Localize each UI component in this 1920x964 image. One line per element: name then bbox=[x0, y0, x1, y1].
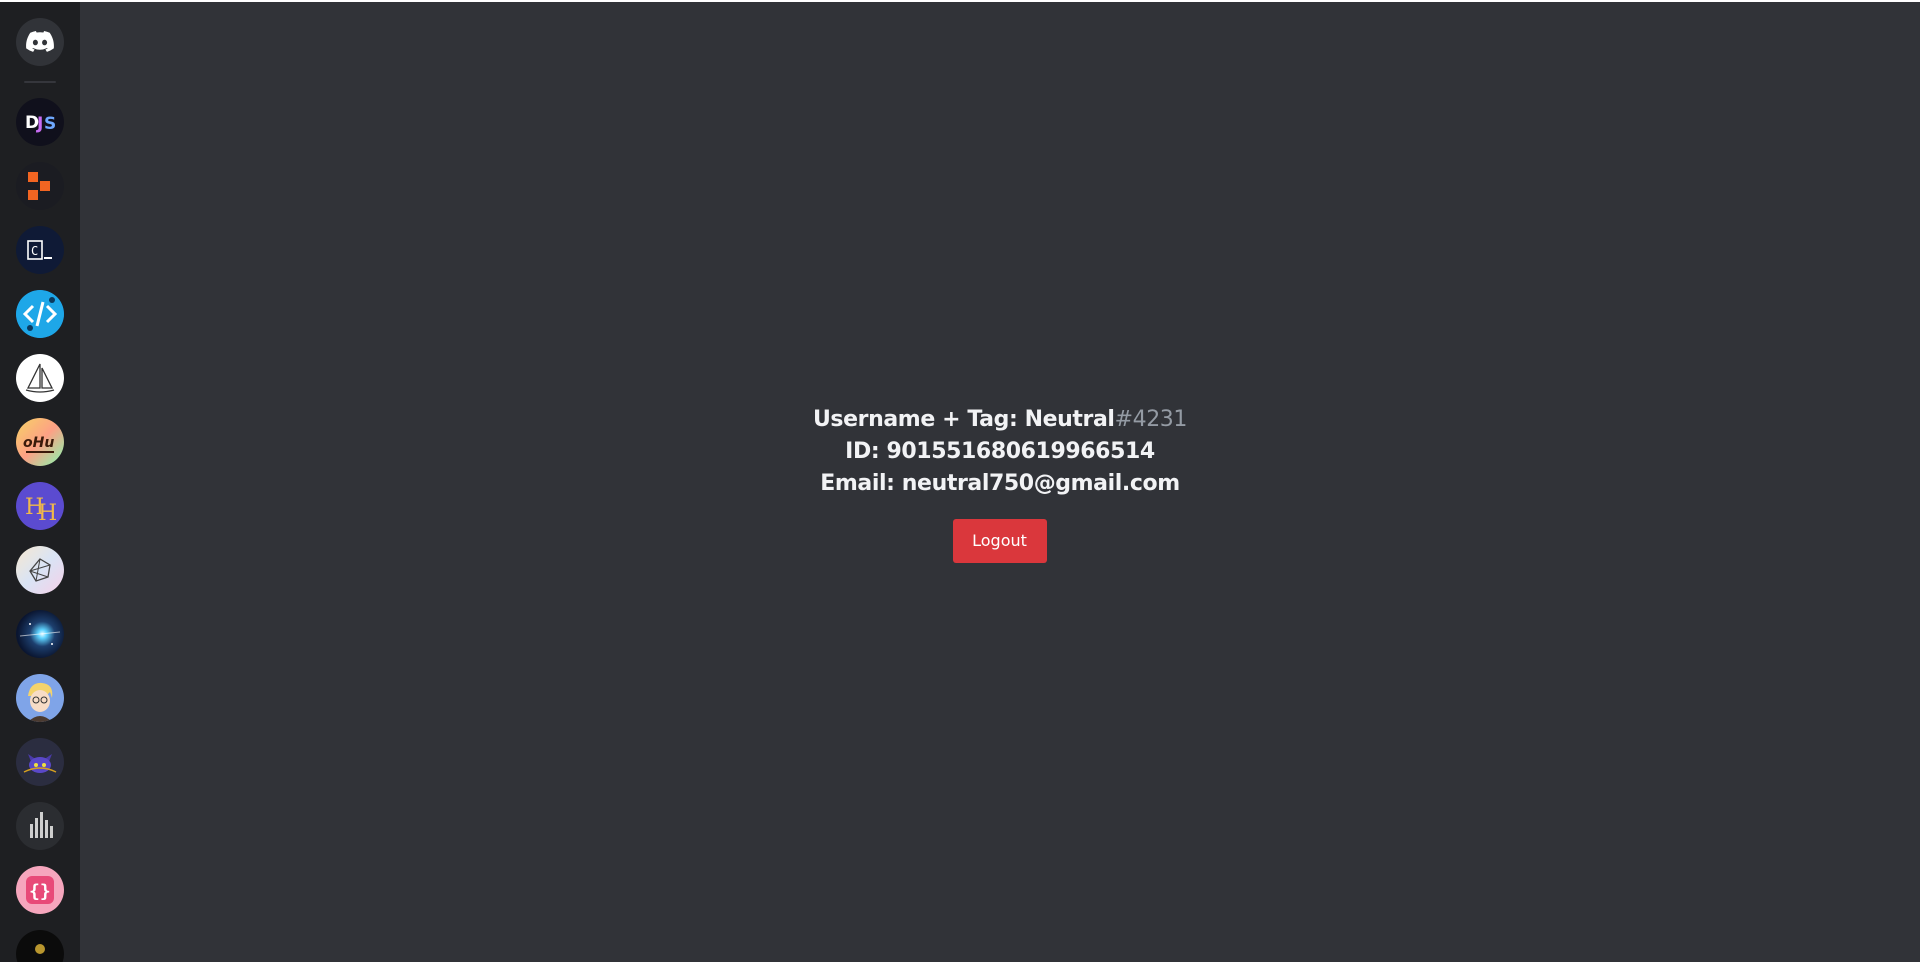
hh-server-icon: H H bbox=[25, 495, 57, 526]
main-content: Username + Tag: Neutral#4231 ID: 9015516… bbox=[80, 2, 1920, 962]
home-button[interactable] bbox=[16, 18, 64, 66]
terminal-server-icon: C bbox=[27, 240, 52, 260]
cat-face-server-icon bbox=[23, 754, 57, 773]
logout-button[interactable]: Logout bbox=[952, 519, 1047, 563]
geometric-server-icon bbox=[29, 558, 51, 582]
server-dark-emblem[interactable] bbox=[16, 930, 64, 962]
bars-server-icon bbox=[30, 812, 53, 838]
app-window: D J S C oHu H H {} Username + Tag: Neutr… bbox=[0, 2, 1920, 962]
server-geometric[interactable] bbox=[16, 546, 64, 594]
username-line: Username + Tag: Neutral#4231 bbox=[80, 404, 1920, 436]
server-hh[interactable]: H H bbox=[16, 482, 64, 530]
braces-server-icon: {} bbox=[26, 876, 54, 904]
user-id-line: ID: 901551680619966514 bbox=[845, 439, 1155, 464]
djs-server-icon: D J S bbox=[25, 113, 56, 134]
server-orange-blocks[interactable] bbox=[16, 162, 64, 210]
server-space[interactable] bbox=[16, 610, 64, 658]
server-bars[interactable] bbox=[16, 802, 64, 850]
username-label: Username + Tag: Neutral bbox=[812, 407, 1115, 432]
svg-text:oHu: oHu bbox=[23, 435, 54, 451]
orange-blocks-server-icon bbox=[28, 172, 50, 200]
sailboat-server-icon bbox=[25, 363, 55, 393]
sidebar-divider bbox=[24, 81, 56, 83]
svg-text:J: J bbox=[36, 114, 43, 134]
svg-text:S: S bbox=[44, 114, 56, 134]
server-code-brackets[interactable] bbox=[16, 290, 64, 338]
user-info: Username + Tag: Neutral#4231 ID: 9015516… bbox=[80, 404, 1920, 500]
anime-avatar-server-icon bbox=[28, 682, 53, 722]
code-brackets-server-icon bbox=[16, 290, 64, 338]
server-colorful[interactable]: oHu bbox=[16, 418, 64, 466]
server-anime-avatar[interactable] bbox=[16, 674, 64, 722]
server-sailboat[interactable] bbox=[16, 354, 64, 402]
user-tag: #4231 bbox=[1114, 407, 1188, 432]
svg-text:C: C bbox=[31, 244, 38, 258]
dark-emblem-server-icon bbox=[35, 944, 45, 954]
svg-text:{}: {} bbox=[29, 881, 51, 902]
server-cat-face[interactable] bbox=[16, 738, 64, 786]
colorful-logo-server-icon: oHu bbox=[23, 435, 54, 453]
space-server-icon bbox=[19, 623, 61, 645]
svg-text:H: H bbox=[38, 501, 57, 526]
server-braces[interactable]: {} bbox=[16, 866, 64, 914]
user-email-line: Email: neutral750@gmail.com bbox=[820, 471, 1180, 496]
server-djs[interactable]: D J S bbox=[16, 98, 64, 146]
discord-logo-icon bbox=[26, 31, 54, 52]
logout-container: Logout bbox=[80, 519, 1920, 563]
server-sidebar: D J S C oHu H H {} bbox=[0, 2, 80, 962]
server-terminal[interactable]: C bbox=[16, 226, 64, 274]
